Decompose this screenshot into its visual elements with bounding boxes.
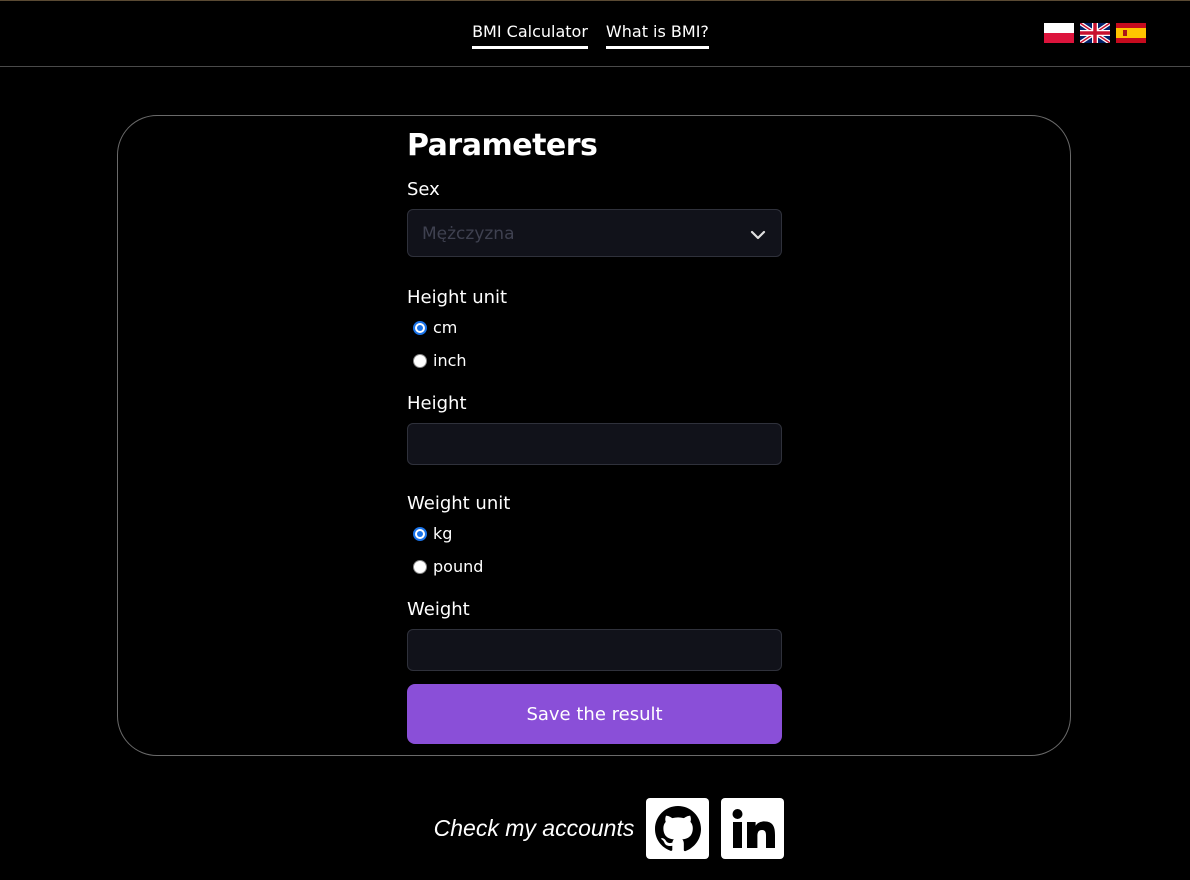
height-input[interactable]	[407, 423, 782, 465]
parameters-form: Parameters Sex Mężczyzna Height unit cm …	[407, 128, 782, 744]
weight-label: Weight	[407, 599, 470, 620]
height-unit-option-inch[interactable]: inch	[407, 344, 782, 377]
weight-unit-group: kg pound	[407, 517, 782, 583]
radio-inch[interactable]	[413, 353, 427, 368]
chevron-down-icon	[750, 230, 766, 240]
sex-select-value: Mężczyzna	[422, 224, 515, 244]
flag-uk-icon[interactable]	[1080, 23, 1110, 43]
height-unit-group: cm inch	[407, 311, 782, 377]
github-link[interactable]	[646, 798, 710, 859]
weight-unit-option-pound[interactable]: pound	[407, 550, 782, 583]
form-title: Parameters	[407, 128, 598, 163]
top-bar: BMI Calculator What is BMI?	[0, 0, 1190, 67]
radio-cm-label: cm	[433, 318, 458, 337]
radio-pound[interactable]	[413, 559, 427, 574]
main-nav: BMI Calculator What is BMI?	[0, 23, 1190, 49]
radio-inch-label: inch	[433, 351, 467, 370]
height-unit-label: Height unit	[407, 287, 508, 308]
weight-input[interactable]	[407, 629, 782, 671]
flag-es-icon[interactable]	[1116, 23, 1146, 43]
footer: Check my accounts	[0, 798, 1190, 859]
radio-cm[interactable]	[413, 320, 427, 335]
height-label: Height	[407, 393, 467, 414]
weight-unit-label: Weight unit	[407, 493, 511, 514]
save-result-button[interactable]: Save the result	[407, 684, 782, 744]
language-switcher	[1044, 23, 1146, 43]
linkedin-icon	[732, 808, 775, 848]
radio-pound-label: pound	[433, 557, 484, 576]
footer-text: Check my accounts	[433, 815, 635, 841]
linkedin-link[interactable]	[721, 798, 785, 859]
sex-select[interactable]: Mężczyzna	[407, 209, 782, 257]
flag-pl-icon[interactable]	[1044, 23, 1074, 43]
sex-label: Sex	[407, 179, 440, 200]
nav-what-is-bmi[interactable]: What is BMI?	[605, 23, 709, 49]
height-unit-option-cm[interactable]: cm	[407, 311, 782, 344]
nav-bmi-calculator[interactable]: BMI Calculator	[472, 23, 588, 49]
github-icon	[654, 805, 701, 851]
radio-kg-label: kg	[433, 524, 453, 543]
radio-kg[interactable]	[413, 526, 427, 541]
weight-unit-option-kg[interactable]: kg	[407, 517, 782, 550]
